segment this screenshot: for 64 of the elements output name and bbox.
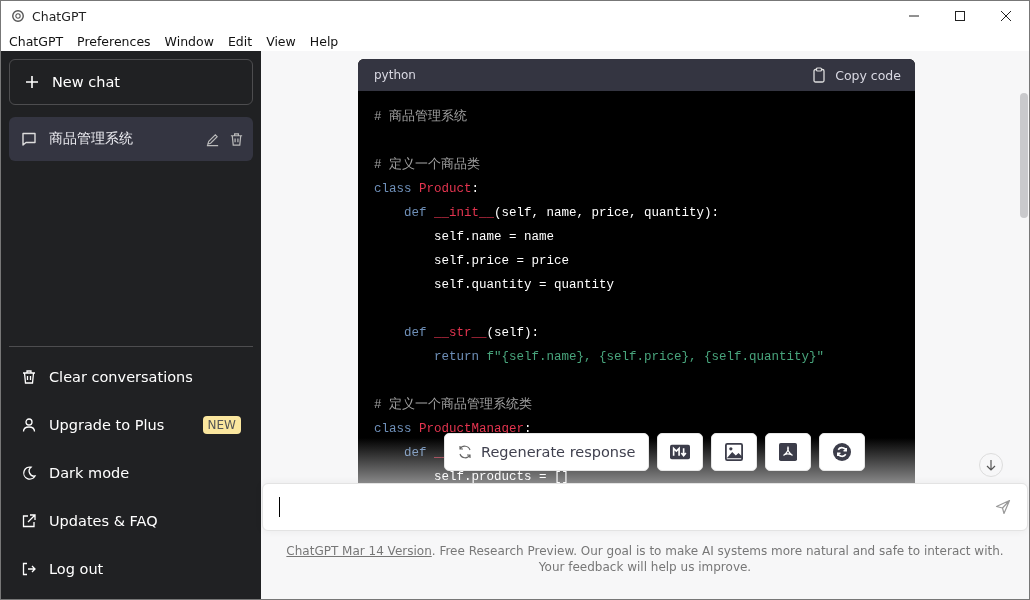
window-title: ChatGPT [32,8,87,24]
code-line: class Product: [374,181,481,198]
code-line: # 定义一个商品管理系统类 [374,396,533,414]
sync-icon [831,443,852,461]
logout-icon [21,561,37,577]
scrollbar-thumb[interactable] [1020,93,1028,218]
app-logo-icon [11,9,25,23]
menu-item[interactable]: View [266,33,296,49]
pdf-export-button[interactable] [764,433,811,471]
edit-icon[interactable] [205,131,220,147]
sidebar-menu-item[interactable]: Dark mode [9,449,253,497]
sidebar-menu-item[interactable]: Updates & FAQ [9,497,253,545]
maximize-icon[interactable] [954,10,966,22]
version-link[interactable]: ChatGPT Mar 14 Version [286,544,432,558]
menu-item[interactable]: ChatGPT [9,33,64,49]
code-language: python [374,68,416,82]
trash-icon[interactable] [229,131,244,147]
clipboard-icon [811,67,828,83]
new-badge: NEW [202,416,241,434]
code-line: def __init__(self, name, price, quantity): [403,205,721,222]
send-icon[interactable] [995,499,1011,515]
menu-label: Updates & FAQ [49,513,159,529]
menu-label: Log out [49,561,105,577]
code-line: self.quantity = quantity [433,277,616,294]
external-link-icon [21,513,37,529]
menu-label: Upgrade to Plus [49,417,166,433]
code-line: self.price = price [433,253,571,270]
menu-label: Dark mode [49,465,131,481]
markdown-icon [669,443,690,461]
sidebar-menu-item[interactable]: Log out [9,545,253,593]
refresh-icon [457,444,473,460]
user-icon [21,417,37,433]
plus-icon [24,74,40,90]
conversation-item[interactable]: 商品管理系统 [9,117,253,161]
footer-disclaimer: ChatGPT Mar 14 Version. Free Research Preview. Our goal is to make AI systems more natural and safe to interact with. Your feedback will help us improve. [285,543,1005,575]
trash-icon [21,369,37,385]
sidebar-menu-item[interactable]: Clear conversations [9,353,253,401]
chat-bubble-icon [21,131,37,147]
code-line: return f"{self.name}, {self.price}, {self.quantity}" [433,349,826,366]
conversation-title: 商品管理系统 [49,130,134,148]
new-chat-button[interactable]: New chat [9,59,253,105]
markdown-export-button[interactable] [656,433,703,471]
code-line: # 定义一个商品类 [374,156,481,174]
code-line: self.name = name [433,229,556,246]
menu-item[interactable]: Window [164,33,214,49]
regenerate-response-button[interactable]: Regenerate response [444,433,649,471]
arrow-down-icon [985,459,997,471]
sync-button[interactable] [818,433,865,471]
menu-label: Clear conversations [49,369,194,385]
sidebar-menu-item[interactable]: Upgrade to Plus NEW [9,401,253,449]
close-icon[interactable] [1000,10,1012,22]
menu-item[interactable]: Preferences [77,33,151,49]
menu-item[interactable]: Help [309,33,339,49]
code-line: def __str__(self): [403,325,541,342]
copy-code-button[interactable]: Copy code [811,67,901,83]
scroll-down-button[interactable] [979,453,1003,477]
image-export-button[interactable] [710,433,757,471]
pdf-icon [777,443,798,461]
menu-item[interactable]: Edit [227,33,253,49]
message-input-field[interactable] [262,483,1028,531]
moon-icon [21,465,37,481]
code-line: self.products = [] [433,469,571,483]
image-icon [723,443,744,461]
code-line: # 商品管理系统 [374,108,468,126]
